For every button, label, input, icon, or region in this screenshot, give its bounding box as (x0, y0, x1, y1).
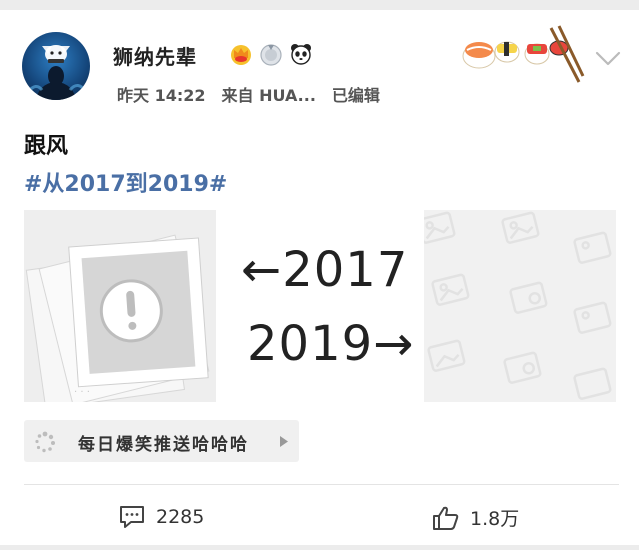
comment-count: 2285 (156, 506, 205, 528)
post-time: 昨天 14:22 (117, 86, 206, 105)
post-meta: 昨天 14:22 来自 HUA... 已编辑 (117, 82, 380, 106)
post-source[interactable]: 来自 HUA... (222, 82, 316, 106)
thumbs-up-icon (433, 506, 459, 530)
sushi-card-decoration-icon (462, 25, 585, 83)
footer-divider (24, 484, 619, 485)
like-button[interactable]: 1.8万 (432, 504, 519, 531)
year-2017-label: ←2017 (241, 242, 409, 298)
caret-right-icon (280, 436, 288, 447)
broken-image-tile[interactable]: · · · (24, 210, 216, 402)
chevron-down-icon[interactable] (594, 50, 622, 68)
svg-text:· · ·: · · · (74, 387, 90, 398)
comment-icon (120, 506, 144, 528)
edited-label[interactable]: 已编辑 (332, 82, 380, 106)
crown-badge-icon[interactable] (229, 42, 253, 66)
year-2019-label: 2019→ (247, 316, 415, 372)
comment-button[interactable]: 2285 (118, 504, 204, 530)
source-chip-label: 每日爆笑推送哈哈哈 (78, 435, 249, 455)
placeholder-image-tile[interactable] (424, 210, 616, 402)
source-chip[interactable]: 每日爆笑推送哈哈哈 (24, 420, 299, 462)
username[interactable]: 狮纳先辈 (113, 41, 197, 70)
medal-badge-icon[interactable] (259, 42, 283, 66)
like-count: 1.8万 (470, 508, 520, 530)
user-badges (229, 42, 313, 66)
hashtag-link[interactable]: #从2017到2019# (24, 166, 227, 198)
avatar[interactable] (22, 32, 90, 100)
post-text: 跟风 (24, 134, 69, 159)
panda-badge-icon[interactable] (289, 42, 313, 66)
year-compare-tile[interactable]: ←2017 2019→ (231, 210, 423, 402)
weibo-post-card: 狮纳先辈 昨天 14:22 来自 HUA... 已编辑 跟风 #从2017到20… (0, 10, 639, 545)
loading-spinner-icon (35, 431, 55, 453)
